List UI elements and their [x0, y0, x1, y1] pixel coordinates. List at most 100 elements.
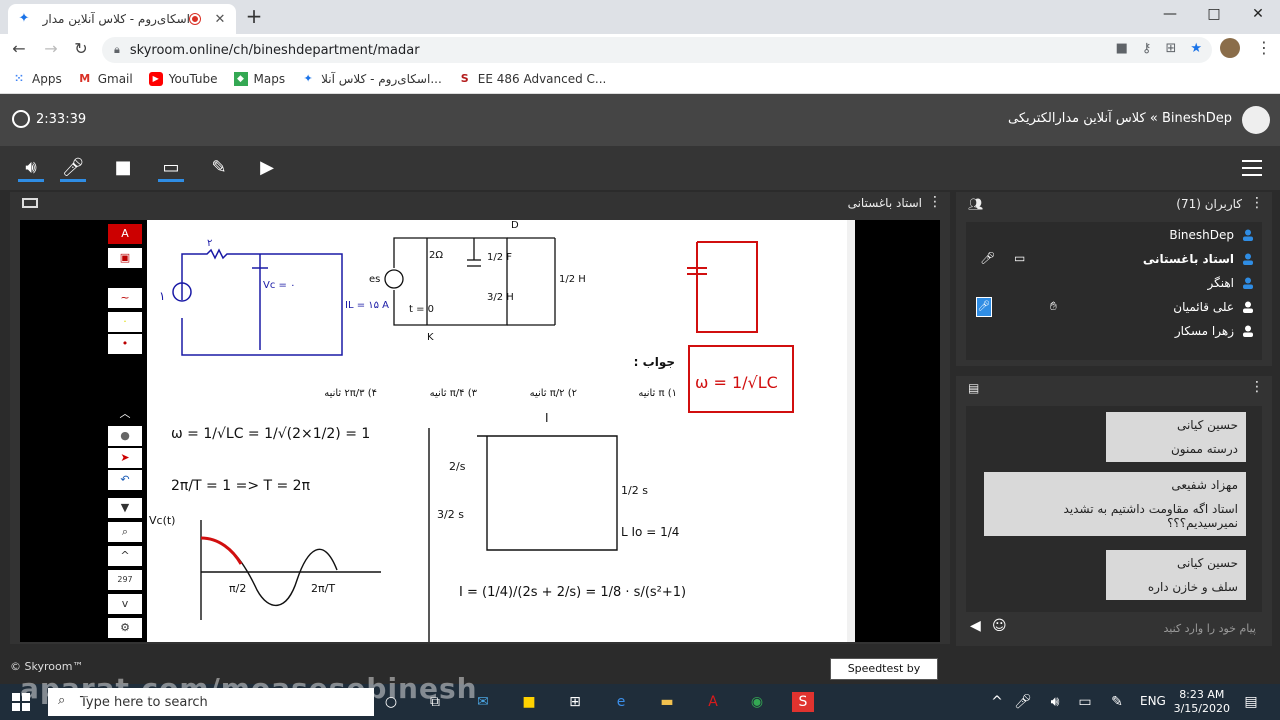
s-logo-icon: S — [460, 71, 469, 85]
tray-chevron-icon[interactable]: ^ — [986, 692, 1008, 712]
notifications-icon[interactable]: ▤ — [1240, 692, 1262, 712]
user-item[interactable]: BineshDep — [966, 224, 1262, 248]
presentation-icon[interactable]: ▶ — [254, 156, 280, 182]
reload-icon[interactable]: ↻ — [70, 38, 92, 60]
two-over-s-label: 2/s — [449, 460, 466, 473]
maps-icon: ◆ — [233, 71, 248, 86]
bookmark-ee486[interactable]: S EE 486 Advanced C... — [458, 72, 607, 86]
minimize-button[interactable]: — — [1148, 0, 1192, 30]
file-explorer-icon[interactable]: ▬ — [656, 692, 678, 712]
camera-icon[interactable]: ■ — [110, 156, 136, 182]
profile-avatar[interactable] — [1220, 38, 1240, 58]
tray-mic-icon[interactable]: 🎤︎ — [1012, 692, 1034, 712]
browser-menu-icon[interactable]: ⋮ — [1256, 38, 1272, 58]
circle-icon[interactable]: ● — [108, 426, 142, 446]
user-item[interactable]: علی قائمیان 🎤︎ ✋︎ — [966, 296, 1262, 320]
store-icon[interactable]: ⊞ — [564, 692, 586, 712]
volume-icon[interactable]: 🔊︎ — [1044, 692, 1066, 712]
user-item[interactable]: اهنگر — [966, 272, 1262, 296]
screen-share-icon[interactable]: ▭ — [158, 156, 184, 182]
close-window-button[interactable]: ✕ — [1236, 0, 1280, 30]
main-panel-header: استاد باغستانی ⋮ — [10, 192, 950, 216]
settings-gear-icon[interactable]: ⚙ — [108, 618, 142, 638]
user-item[interactable]: زهرا مسکار — [966, 320, 1262, 344]
page-up-icon[interactable]: ^ — [108, 546, 142, 566]
new-tab-button[interactable]: + — [244, 6, 264, 26]
pen-icon[interactable]: ✎ — [1106, 692, 1128, 712]
bookmark-youtube[interactable]: ▶ YouTube — [148, 71, 218, 86]
mic-request-icon[interactable]: 🎤︎ — [976, 297, 992, 317]
emoji-icon[interactable]: ☺ — [992, 618, 1007, 634]
highlight-icon[interactable]: · — [108, 312, 142, 332]
vc-axis-label: Vc(t) — [149, 514, 175, 527]
camera-icon[interactable]: ■ — [1116, 41, 1128, 56]
brush-icon[interactable]: ✎ — [206, 156, 232, 182]
acrobat-icon[interactable]: A — [108, 224, 142, 244]
save-icon[interactable]: ▣ — [108, 248, 142, 268]
star-icon[interactable]: ★ — [1190, 41, 1202, 56]
circuit-one — [172, 248, 343, 356]
bookmark-gmail[interactable]: M Gmail — [78, 72, 133, 86]
network-icon[interactable]: ▭ — [1074, 692, 1096, 712]
bookmark-apps[interactable]: ⁙ Apps — [12, 72, 61, 86]
back-arrow-icon[interactable]: ← — [8, 38, 30, 60]
undo-icon[interactable]: ↶ — [108, 470, 142, 490]
dot-icon[interactable]: • — [108, 334, 142, 354]
whiteboard-scrollbar[interactable] — [847, 220, 855, 642]
chat-message: حسین کیانی درسته ممنون — [1106, 412, 1246, 462]
maximize-button[interactable]: □ — [1192, 0, 1236, 30]
chat-menu-icon[interactable]: ⋮ — [1250, 379, 1264, 395]
chat-message: حسین کیانی سلف و خازن داره — [1106, 550, 1246, 600]
whiteboard-drawing: ۲ ۱ Vc = ۰ IL = ۱۵ A D 2Ω 1/2 F 1/2 H 3/… — [149, 220, 794, 642]
edge-icon[interactable]: e — [610, 692, 632, 712]
chat-input[interactable]: ◀ ☺ پیام خود را وارد کنید — [966, 614, 1262, 642]
clock[interactable]: 8:23 AM 3/15/2020 — [1174, 688, 1230, 716]
three-half-s-label: 3/2 s — [437, 508, 464, 521]
pointer-icon[interactable]: ➤ — [108, 448, 142, 468]
panel-menu-icon[interactable]: ⋮ — [928, 194, 942, 210]
vc-graph — [200, 520, 381, 620]
skyroom-favicon-icon: ✦ — [18, 11, 30, 26]
chrome-icon[interactable]: ◉ — [746, 692, 768, 712]
app-toolbar: 🔊︎ 🎤︎ ■ ▭ ✎ ▶ — [0, 146, 1280, 190]
page-number-icon[interactable]: 297 — [108, 570, 142, 590]
wave-icon[interactable]: ~ — [108, 288, 142, 308]
users-list: BineshDep استاد باغستانی 🎤︎ ▭ اهنگر علی … — [966, 222, 1262, 360]
dropdown-icon[interactable]: ▼ — [108, 498, 142, 518]
users-header: 👥︎ کاربران (71) ⋮ — [968, 195, 1264, 211]
raised-hand-icon: ✋︎ — [1050, 299, 1057, 313]
whiteboard[interactable]: ۲ ۱ Vc = ۰ IL = ۱۵ A D 2Ω 1/2 F 1/2 H 3/… — [147, 220, 847, 642]
translate-icon[interactable]: ⊞ — [1165, 41, 1176, 56]
browser-tab[interactable]: ✦ اسکای‌روم - کلاس آنلاین مدار ال ✕ — [8, 4, 236, 34]
forward-arrow-icon[interactable]: → — [40, 38, 62, 60]
chat-panel: ▤ ⋮ حسین کیانی درسته ممنون مهزاد شفیعی ا… — [956, 376, 1272, 646]
s-app-icon[interactable]: S — [792, 692, 814, 712]
page-down-icon[interactable]: v — [108, 594, 142, 614]
user-item[interactable]: استاد باغستانی 🎤︎ ▭ — [966, 248, 1262, 272]
presenter-name: استاد باغستانی — [847, 196, 922, 210]
address-bar[interactable]: 🔒︎ skyroom.online/ch/bineshdepartment/ma… — [102, 37, 1212, 63]
key-icon[interactable]: ⚷ — [1142, 41, 1152, 56]
chevron-up-icon[interactable]: ︿ — [108, 404, 142, 424]
half-s-label: 1/2 s — [621, 484, 648, 497]
option-one: ۱) π ثانیه — [638, 388, 677, 399]
inductor-label: 1/2 H — [559, 274, 586, 285]
acrobat-app-icon[interactable]: A — [702, 692, 724, 712]
hamburger-menu-icon[interactable] — [1242, 160, 1262, 176]
clock-icon — [12, 110, 30, 128]
sticky-notes-icon[interactable]: ■ — [518, 692, 540, 712]
language-indicator[interactable]: ENG — [1140, 694, 1166, 708]
close-tab-icon[interactable]: ✕ — [212, 12, 228, 27]
bookmark-maps[interactable]: ◆ Maps — [233, 71, 285, 86]
user-account-icon[interactable] — [1242, 106, 1270, 134]
microphone-icon[interactable]: 🎤︎ — [60, 156, 86, 182]
bookmark-skyroom[interactable]: ✦ اسکای‌روم - کلاس آنلا... — [301, 71, 441, 86]
zoom-icon[interactable]: ⌕ — [108, 522, 142, 542]
users-menu-icon[interactable]: ⋮ — [1250, 195, 1264, 211]
current-label: I — [545, 411, 549, 425]
main-panel: استاد باغستانی ⋮ A ▣ ~ · • ︿ ● ➤ ↶ ▼ ⌕ ^… — [10, 192, 950, 644]
skyroom-icon: ✦ — [303, 71, 313, 85]
send-icon[interactable]: ◀ — [970, 618, 981, 634]
speaker-icon[interactable]: 🔊︎ — [18, 156, 44, 182]
chat-message: مهزاد شفیعی استاد اگه مقاومت داشتیم به ت… — [984, 472, 1246, 536]
